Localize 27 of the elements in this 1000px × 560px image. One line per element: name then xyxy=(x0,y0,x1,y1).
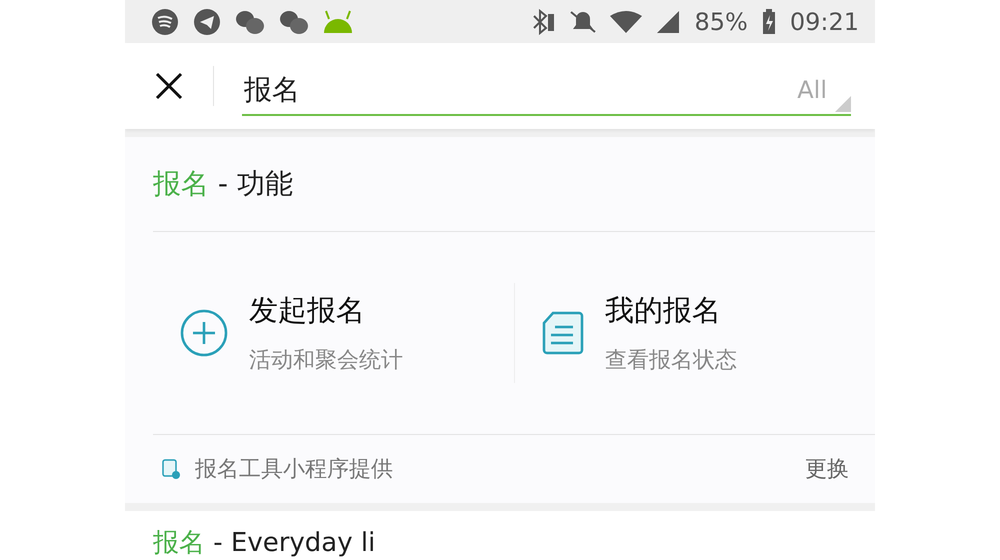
document-icon xyxy=(541,310,585,356)
action-subtitle: 查看报名状态 xyxy=(605,347,737,375)
action-subtitle: 活动和聚会统计 xyxy=(249,347,403,375)
dropdown-corner-icon xyxy=(835,96,851,112)
clock-time: 09:21 xyxy=(790,8,859,36)
close-button[interactable] xyxy=(153,70,185,102)
battery-charging-icon xyxy=(762,8,776,34)
chat-bubbles-icon xyxy=(235,8,265,34)
section-heading: 报名 - Everyday li xyxy=(153,528,376,558)
action-item[interactable]: 发起报名 活动和聚会统计 xyxy=(153,283,514,383)
change-link[interactable]: 更换 xyxy=(805,454,849,484)
mini-program-icon xyxy=(161,458,181,480)
provider-note: 报名工具小程序提供 xyxy=(195,456,394,484)
paper-plane-icon xyxy=(193,8,221,36)
wifi-icon xyxy=(610,10,642,34)
action-title: 我的报名 xyxy=(605,292,722,329)
plus-circle-icon xyxy=(179,308,229,358)
signal-icon xyxy=(656,10,680,34)
chat-bubbles-icon xyxy=(279,8,309,34)
android-robot-icon xyxy=(323,8,353,34)
circle-waves-icon xyxy=(151,8,179,36)
bluetooth-icon xyxy=(532,8,556,34)
action-title: 发起报名 xyxy=(249,292,366,329)
section-heading: 报名 - 功能 xyxy=(153,166,293,202)
action-item[interactable]: 我的报名 查看报名状态 xyxy=(514,283,875,383)
battery-percentage: 85% xyxy=(694,8,748,36)
muted-bell-icon xyxy=(570,8,596,34)
